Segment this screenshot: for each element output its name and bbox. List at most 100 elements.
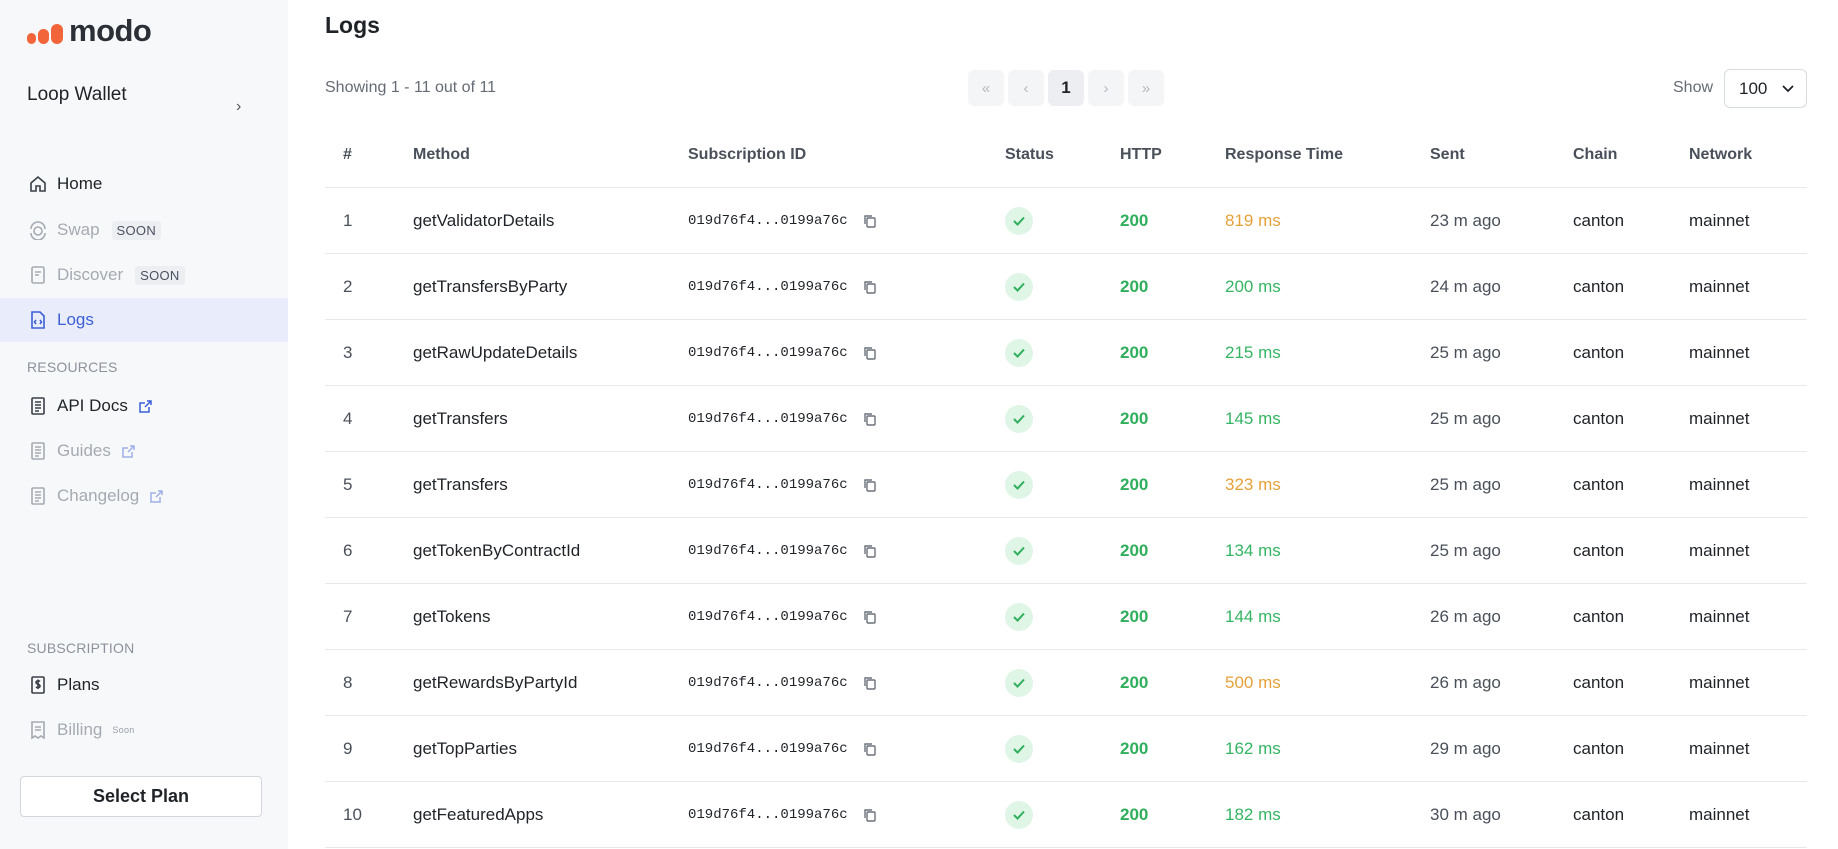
dollar-doc-icon [27, 674, 49, 696]
logo-mark-icon [27, 18, 63, 44]
nav-item-billing[interactable]: Billing Soon [0, 708, 288, 752]
table-row[interactable]: 7 getTokens 019d76f4...0199a76c 200 144 ms 26… [325, 584, 1807, 650]
column-header[interactable]: Sent [1430, 146, 1465, 164]
page-size-select[interactable]: 100 [1724, 69, 1807, 108]
check-icon [1005, 339, 1033, 367]
page-number-button[interactable]: 1 [1048, 70, 1084, 106]
response-time: 200 ms [1225, 277, 1281, 296]
nav-item-discover[interactable]: Discover SOON [0, 253, 288, 297]
resources-section-label: RESOURCES [27, 359, 118, 375]
row-number: 8 [343, 673, 353, 692]
chain-name: canton [1573, 607, 1625, 626]
chevron-right-icon[interactable]: › [236, 98, 241, 116]
network-name: mainnet [1689, 211, 1750, 230]
sent-time: 25 m ago [1430, 409, 1501, 428]
column-header[interactable]: Chain [1573, 146, 1617, 164]
row-number: 5 [343, 475, 353, 494]
chain-name: canton [1573, 673, 1625, 692]
column-header[interactable]: Status [1005, 146, 1054, 164]
copy-icon[interactable] [862, 609, 878, 625]
table-row[interactable]: 4 getTransfers 019d76f4...0199a76c 200 145 m… [325, 386, 1807, 452]
sidebar: modo Loop Wallet › Home Swap SOON Discov… [0, 0, 288, 849]
nav-item-logs[interactable]: Logs [0, 298, 288, 342]
check-icon [1005, 669, 1033, 697]
select-plan-button[interactable]: Select Plan [20, 776, 262, 817]
status-cell [1005, 518, 1033, 584]
http-status: 200 [1120, 541, 1149, 560]
status-cell [1005, 584, 1033, 650]
nav-item-label: API Docs [57, 396, 128, 415]
table-row[interactable]: 3 getRawUpdateDetails 019d76f4...0199a76c 2… [325, 320, 1807, 386]
doc-icon [27, 485, 49, 507]
nav-item-api-docs[interactable]: API Docs [0, 384, 288, 428]
copy-icon[interactable] [862, 345, 878, 361]
first-page-button[interactable]: « [968, 70, 1004, 106]
home-icon [27, 173, 49, 195]
row-number: 2 [343, 277, 353, 296]
nav-item-plans[interactable]: Plans [0, 663, 288, 707]
status-cell [1005, 782, 1033, 848]
nav-item-guides[interactable]: Guides [0, 429, 288, 473]
nav-item-label: Home [57, 174, 103, 193]
nav-item-label: Discover [57, 265, 124, 284]
nav-item-home[interactable]: Home [0, 162, 288, 206]
copy-icon[interactable] [862, 675, 878, 691]
table-row[interactable]: 5 getTransfers 019d76f4...0199a76c 200 323 m… [325, 452, 1807, 518]
copy-icon[interactable] [862, 279, 878, 295]
next-page-button[interactable]: › [1088, 70, 1124, 106]
network-name: mainnet [1689, 739, 1750, 758]
prev-page-button[interactable]: ‹ [1008, 70, 1044, 106]
copy-icon[interactable] [862, 477, 878, 493]
project-name[interactable]: Loop Wallet [27, 84, 127, 106]
subscription-section-label: SUBSCRIPTION [27, 640, 135, 656]
table-row[interactable]: 1 getValidatorDetails 019d76f4...0199a76c 2… [325, 188, 1807, 254]
check-icon [1005, 537, 1033, 565]
column-header[interactable]: Method [413, 146, 470, 164]
last-page-button[interactable]: » [1128, 70, 1164, 106]
code-file-icon [27, 309, 49, 331]
copy-icon[interactable] [862, 741, 878, 757]
table-row[interactable]: 9 getTopParties 019d76f4...0199a76c 200 162 … [325, 716, 1807, 782]
network-name: mainnet [1689, 673, 1750, 692]
response-time: 145 ms [1225, 409, 1281, 428]
external-link-icon [149, 489, 164, 504]
nav-item-swap[interactable]: Swap SOON [0, 208, 288, 252]
table-row[interactable]: 2 getTransfersByParty 019d76f4...0199a76c 2… [325, 254, 1807, 320]
http-status: 200 [1120, 475, 1149, 494]
response-time: 144 ms [1225, 607, 1281, 626]
chain-name: canton [1573, 805, 1625, 824]
method-name: getRewardsByPartyId [413, 673, 578, 692]
copy-icon[interactable] [862, 807, 878, 823]
sent-time: 30 m ago [1430, 805, 1501, 824]
column-header[interactable]: HTTP [1120, 146, 1162, 164]
http-status: 200 [1120, 607, 1149, 626]
copy-icon[interactable] [862, 411, 878, 427]
network-name: mainnet [1689, 277, 1750, 296]
check-icon [1005, 405, 1033, 433]
subscription-id-cell: 019d76f4...0199a76c [688, 584, 878, 650]
subscription-id: 019d76f4...0199a76c [688, 675, 848, 691]
copy-icon[interactable] [862, 213, 878, 229]
column-header[interactable]: Subscription ID [688, 146, 806, 164]
status-cell [1005, 650, 1033, 716]
table-row[interactable]: 6 getTokenByContractId 019d76f4...0199a76c… [325, 518, 1807, 584]
subscription-id-cell: 019d76f4...0199a76c [688, 518, 878, 584]
subscription-id: 019d76f4...0199a76c [688, 741, 848, 757]
column-header[interactable]: Response Time [1225, 146, 1343, 164]
subscription-id: 019d76f4...0199a76c [688, 213, 848, 229]
table-row[interactable]: 8 getRewardsByPartyId 019d76f4...0199a76c 2… [325, 650, 1807, 716]
column-header[interactable]: # [343, 146, 352, 164]
table-row[interactable]: 10 getFeaturedApps 019d76f4...0199a76c 200 1… [325, 782, 1807, 848]
check-icon [1005, 801, 1033, 829]
http-status: 200 [1120, 211, 1149, 230]
subscription-id-cell: 019d76f4...0199a76c [688, 452, 878, 518]
column-header[interactable]: Network [1689, 146, 1752, 164]
modo-logo[interactable]: modo [27, 15, 152, 46]
method-name: getTokenByContractId [413, 541, 581, 560]
subscription-id-cell: 019d76f4...0199a76c [688, 188, 878, 254]
nav-item-changelog[interactable]: Changelog [0, 474, 288, 518]
chain-name: canton [1573, 739, 1625, 758]
copy-icon[interactable] [862, 543, 878, 559]
soon-badge: Soon [112, 725, 135, 735]
subscription-id: 019d76f4...0199a76c [688, 543, 848, 559]
